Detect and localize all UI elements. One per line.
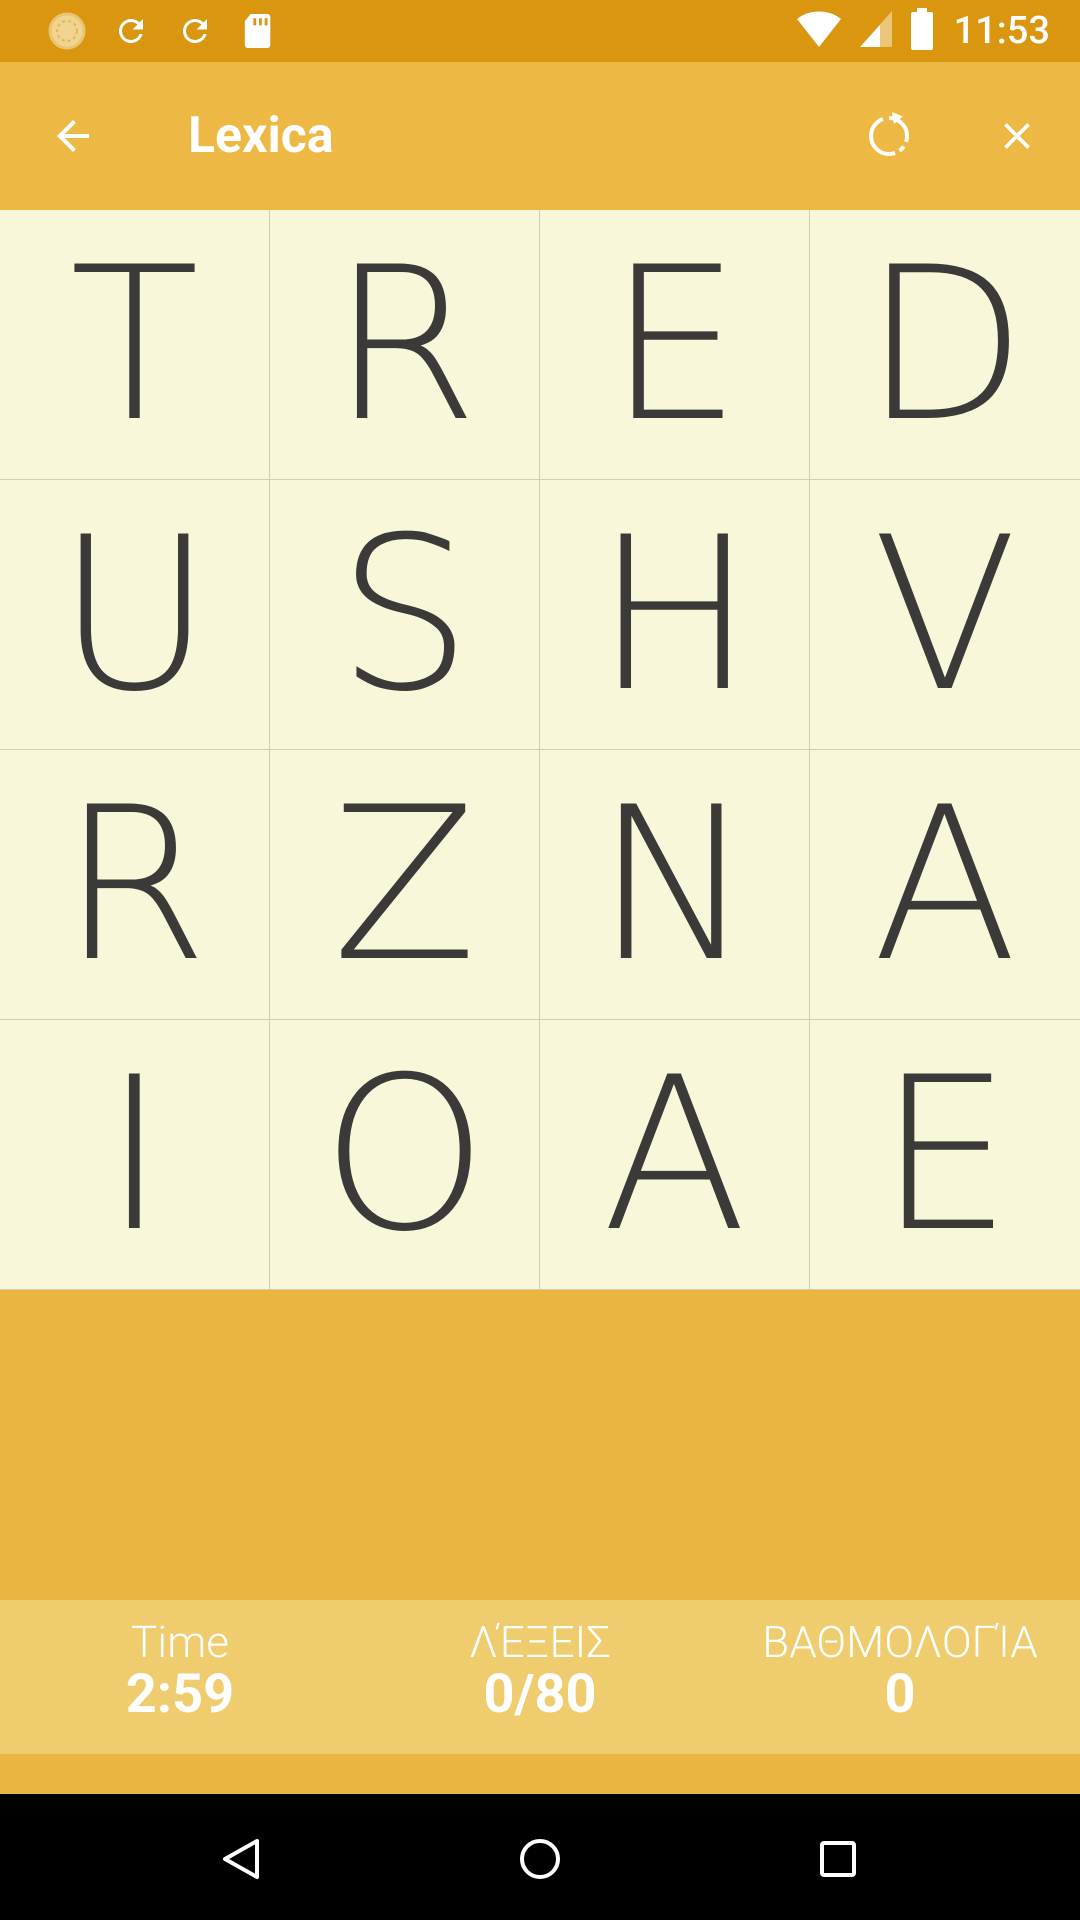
- loading-icon: [46, 10, 88, 52]
- arrow-back-icon: [57, 120, 89, 152]
- letter-tile[interactable]: O: [270, 1020, 540, 1290]
- back-button[interactable]: [38, 104, 108, 168]
- clock: 11:53: [953, 9, 1050, 53]
- letter-tile[interactable]: E: [810, 1020, 1080, 1290]
- status-bar: 11:53: [0, 0, 1080, 62]
- score-stat: ΒΑΘΜΟΛΟΓΊΑ 0: [740, 1618, 1060, 1724]
- app-title: Lexica: [188, 107, 334, 165]
- nav-back-button[interactable]: [206, 1824, 276, 1894]
- letter-tile[interactable]: U: [0, 480, 270, 750]
- refresh-icon: [868, 112, 909, 156]
- status-bar-right: 11:53: [796, 8, 1050, 54]
- letter-tile[interactable]: H: [540, 480, 810, 750]
- close-icon: [1004, 123, 1030, 149]
- nav-home-button[interactable]: [505, 1824, 575, 1894]
- letter-tile[interactable]: A: [810, 750, 1080, 1020]
- words-stat: ΛΈΞΕΙΣ 0/80: [440, 1618, 640, 1724]
- signal-icon: [858, 9, 894, 53]
- words-label: ΛΈΞΕΙΣ: [469, 1616, 611, 1668]
- letter-tile[interactable]: R: [0, 750, 270, 1020]
- letter-tile[interactable]: A: [540, 1020, 810, 1290]
- nav-back-icon: [223, 1839, 259, 1879]
- nav-home-icon: [520, 1839, 560, 1879]
- time-stat: Time 2:59: [80, 1618, 280, 1724]
- time-label: Time: [131, 1616, 229, 1668]
- letter-tile[interactable]: S: [270, 480, 540, 750]
- letter-tile[interactable]: D: [810, 210, 1080, 480]
- letter-tile[interactable]: E: [540, 210, 810, 480]
- score-value: 0: [884, 1663, 916, 1726]
- close-button[interactable]: [980, 102, 1054, 170]
- nav-recents-button[interactable]: [803, 1824, 873, 1894]
- score-label: ΒΑΘΜΟΛΟΓΊΑ: [762, 1616, 1038, 1668]
- navigation-bar: [0, 1794, 1080, 1920]
- letter-tile[interactable]: R: [270, 210, 540, 480]
- sync-icon: [110, 10, 152, 52]
- sync-icon: [174, 10, 216, 52]
- words-value: 0/80: [483, 1663, 597, 1726]
- time-value: 2:59: [125, 1663, 235, 1726]
- letter-tile[interactable]: I: [0, 1020, 270, 1290]
- refresh-button[interactable]: [852, 102, 926, 170]
- sd-card-icon: [238, 10, 280, 52]
- letter-grid: T R E D U S H V R Z N A I O A E: [0, 210, 1080, 1290]
- wifi-icon: [796, 9, 842, 53]
- letter-tile[interactable]: T: [0, 210, 270, 480]
- nav-recents-icon: [820, 1841, 856, 1877]
- score-bar: Time 2:59 ΛΈΞΕΙΣ 0/80 ΒΑΘΜΟΛΟΓΊΑ 0: [0, 1600, 1080, 1754]
- status-bar-left: [46, 10, 280, 52]
- battery-icon: [910, 8, 934, 54]
- letter-tile[interactable]: Z: [270, 750, 540, 1020]
- letter-tile[interactable]: N: [540, 750, 810, 1020]
- letter-tile[interactable]: V: [810, 480, 1080, 750]
- app-bar: Lexica: [0, 62, 1080, 210]
